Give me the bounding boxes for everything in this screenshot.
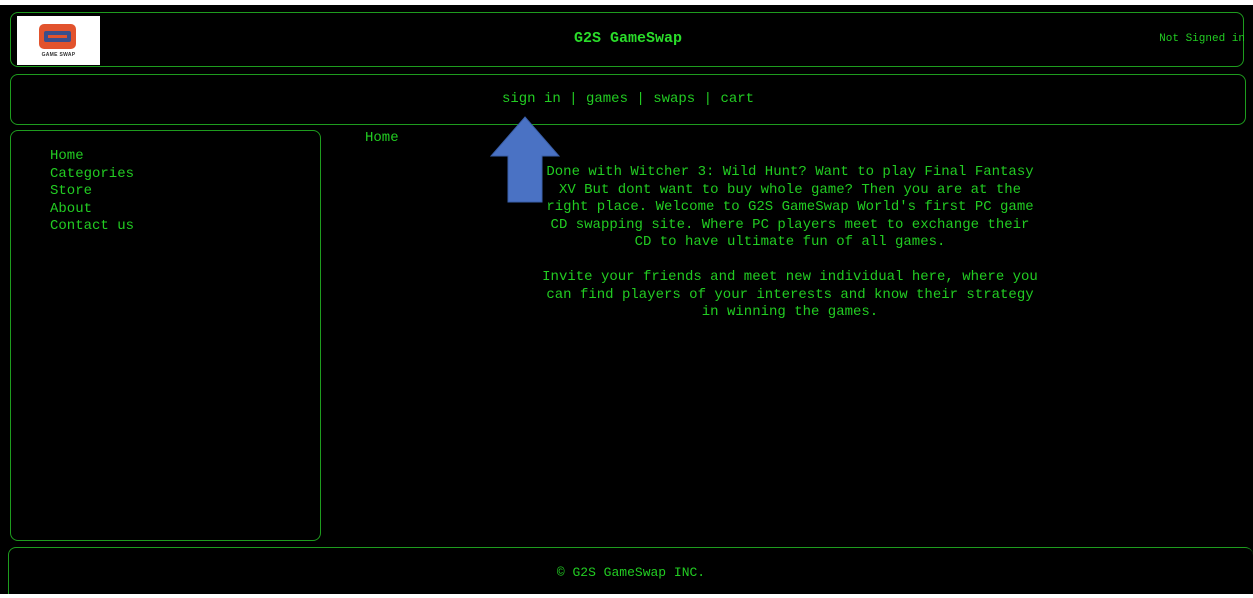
sidebar-item-store[interactable]: Store [50,183,134,201]
sidebar-item-home[interactable]: Home [50,148,134,166]
nav-sign-in[interactable]: sign in [502,91,561,107]
breadcrumb: Home [365,130,399,146]
sidebar: Home Categories Store About Contact us [10,130,321,541]
nav-games[interactable]: games [586,91,628,107]
sidebar-item-categories[interactable]: Categories [50,166,134,184]
top-navbar: sign in | games | swaps | cart [10,74,1246,125]
copyright-text: © G2S GameSwap INC. [556,565,706,580]
sidebar-item-about[interactable]: About [50,201,134,219]
site-header: GAME SWAP G2S GameSwap Not Signed in [10,12,1245,67]
invite-paragraph: Invite your friends and meet new individ… [542,268,1038,321]
user-status: Not Signed in [1159,33,1245,45]
site-title: G2S GameSwap [573,30,683,47]
main-content: Done with Witcher 3: Wild Hunt? Want to … [540,164,1040,339]
nav-separator: | [569,91,586,107]
nav-separator: | [703,91,721,107]
sidebar-item-contact-us[interactable]: Contact us [50,218,134,236]
site-footer: © G2S GameSwap INC. [8,547,1253,594]
nav-cart[interactable]: cart [720,91,754,107]
nav-separator: | [636,91,654,107]
page: GAME SWAP G2S GameSwap Not Signed in sig… [0,5,1253,594]
sidebar-menu: Home Categories Store About Contact us [50,148,134,236]
logo-text: GAME SWAP [41,52,76,58]
nav-swaps[interactable]: swaps [653,91,695,107]
intro-paragraph: Done with Witcher 3: Wild Hunt? Want to … [546,164,1034,251]
up-arrow-icon [490,116,560,203]
